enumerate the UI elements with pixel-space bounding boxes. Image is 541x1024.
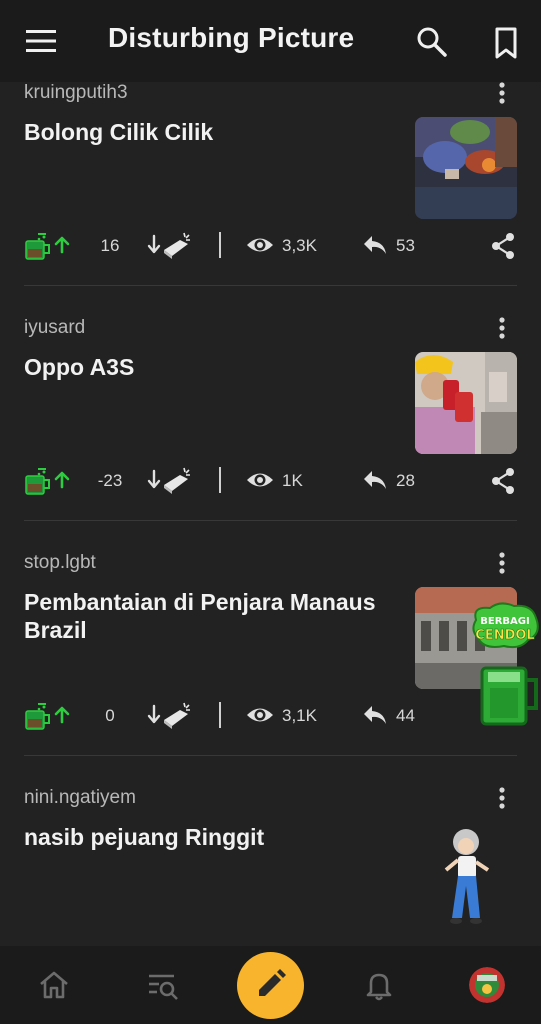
reply-count: 53: [396, 236, 415, 255]
views-eye-icon: [247, 238, 273, 252]
reply-icon[interactable]: [362, 234, 388, 256]
promo-line2: CENDOL: [475, 628, 534, 643]
thread-card[interactable]: stop.lgbt Pembantaian di Penjara Manaus …: [0, 552, 541, 787]
action-separator: [219, 702, 221, 728]
reply-count: 28: [396, 471, 415, 490]
hamburger-menu-icon[interactable]: [24, 26, 58, 56]
photo-thumbnail[interactable]: [415, 352, 517, 454]
photo-thumbnail[interactable]: [415, 117, 517, 219]
author-username[interactable]: kruingputih3: [24, 82, 128, 104]
search-icon[interactable]: [414, 24, 450, 60]
downvote-brick-icon[interactable]: [146, 700, 196, 730]
vote-score: 0: [105, 706, 115, 725]
share-icon[interactable]: [490, 467, 516, 495]
granny-sticker: [444, 829, 490, 924]
downvote-brick-icon[interactable]: [146, 230, 196, 260]
bottom-navigation: [0, 946, 541, 1024]
cendol-icon[interactable]: [24, 467, 52, 495]
view-count: 1K: [282, 471, 303, 490]
view-count: 3,1K: [282, 706, 317, 725]
author-username[interactable]: nini.ngatiyem: [24, 787, 136, 809]
berbagi-cendol-sticker[interactable]: BERBAGI CENDOL: [470, 600, 541, 728]
reply-count: 44: [396, 706, 415, 725]
view-count: 3,3K: [282, 236, 317, 255]
notification-bell-icon[interactable]: [362, 968, 396, 1002]
top-app-bar: Disturbing Picture: [0, 0, 541, 82]
promo-line1: BERBAGI: [480, 616, 529, 627]
thread-card[interactable]: kruingputih3 Bolong Cilik Cilik 16 3,3K …: [0, 82, 541, 317]
views-eye-icon: [247, 473, 273, 487]
bookmark-icon[interactable]: [490, 26, 522, 60]
downvote-brick-icon[interactable]: [146, 465, 196, 495]
cendol-icon[interactable]: [24, 702, 52, 730]
vote-score: 16: [100, 236, 120, 255]
post-divider: [24, 285, 517, 286]
more-options-icon[interactable]: [492, 317, 512, 341]
post-action-bar: 0 3,1K 44: [0, 700, 541, 734]
search-thread-icon[interactable]: [146, 968, 180, 1002]
thread-title[interactable]: nasib pejuang Ringgit: [24, 823, 394, 851]
share-icon[interactable]: [490, 232, 516, 260]
author-username[interactable]: stop.lgbt: [24, 552, 96, 574]
profile-avatar[interactable]: [469, 967, 505, 1003]
reply-icon[interactable]: [362, 469, 388, 491]
pencil-icon: [259, 969, 286, 996]
reply-icon[interactable]: [362, 704, 388, 726]
thread-title[interactable]: Pembantaian di Penjara Manaus Brazil: [24, 588, 394, 644]
action-separator: [219, 232, 221, 258]
thread-card[interactable]: iyusard Oppo A3S -23 1K 28: [0, 317, 541, 552]
thread-feed[interactable]: kruingputih3 Bolong Cilik Cilik 16 3,3K …: [0, 82, 541, 946]
thread-title[interactable]: Oppo A3S: [24, 353, 394, 381]
vote-score: -23: [97, 471, 123, 490]
upvote-arrow-icon[interactable]: [54, 471, 70, 489]
post-action-bar: 16 3,3K 53: [0, 230, 541, 264]
upvote-arrow-icon[interactable]: [54, 236, 70, 254]
post-action-bar: -23 1K 28: [0, 465, 541, 499]
home-icon[interactable]: [37, 968, 71, 1002]
create-post-button[interactable]: [237, 952, 304, 1019]
author-username[interactable]: iyusard: [24, 317, 85, 339]
upvote-arrow-icon[interactable]: [54, 706, 70, 724]
action-separator: [219, 467, 221, 493]
page-title: Disturbing Picture: [108, 22, 355, 53]
more-options-icon[interactable]: [492, 552, 512, 576]
more-options-icon[interactable]: [492, 787, 512, 811]
thread-title[interactable]: Bolong Cilik Cilik: [24, 118, 394, 146]
more-options-icon[interactable]: [492, 82, 512, 106]
post-divider: [24, 520, 517, 521]
post-divider: [24, 755, 517, 756]
views-eye-icon: [247, 708, 273, 722]
cendol-icon[interactable]: [24, 232, 52, 260]
